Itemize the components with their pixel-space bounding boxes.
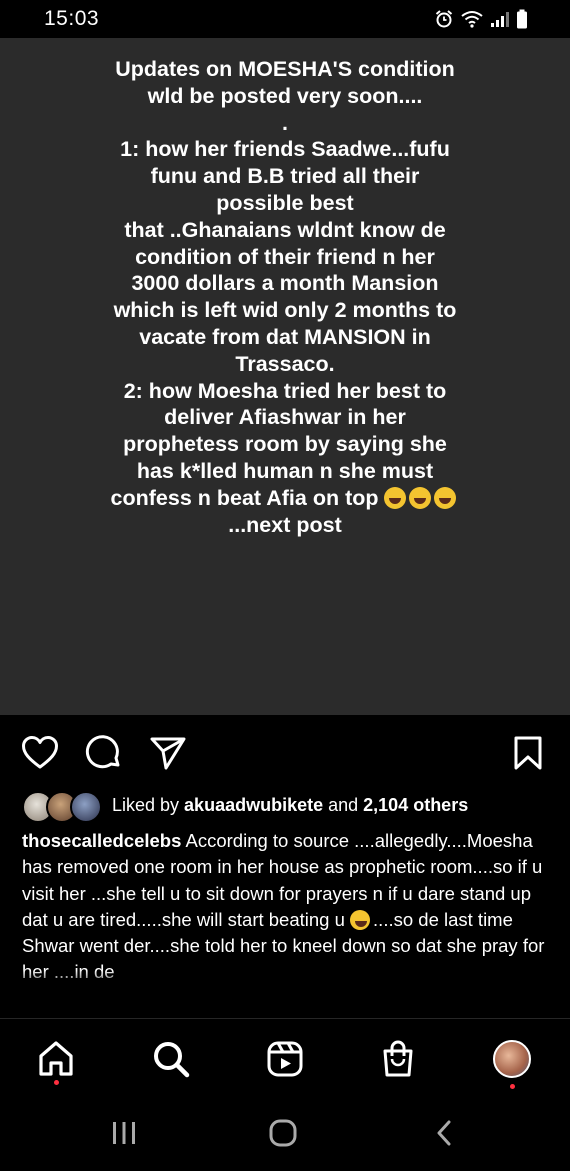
profile-notification-dot xyxy=(510,1084,515,1089)
liker-username[interactable]: akuaadwubikete xyxy=(184,795,323,815)
system-home-button[interactable] xyxy=(263,1115,303,1151)
likes-middle: and xyxy=(323,794,364,815)
avatar xyxy=(70,791,102,823)
laughing-emoji-icon xyxy=(384,486,407,509)
save-button[interactable] xyxy=(508,733,548,773)
reels-icon xyxy=(267,1041,303,1077)
likes-prefix: Liked by xyxy=(112,794,185,815)
liker-avatars xyxy=(22,790,102,823)
likes-text: Liked by akuaadwubikete and 2,104 others xyxy=(112,795,468,816)
comment-icon xyxy=(85,735,120,769)
status-time: 15:03 xyxy=(44,7,100,30)
system-nav-bar xyxy=(0,1095,570,1171)
status-icons xyxy=(434,8,528,30)
like-button[interactable] xyxy=(20,733,60,773)
recents-button[interactable] xyxy=(104,1115,144,1151)
bookmark-icon xyxy=(514,736,542,770)
signal-icon xyxy=(490,10,510,28)
back-button[interactable] xyxy=(424,1115,464,1151)
laughing-emoji-icon xyxy=(434,486,457,509)
nav-shop[interactable] xyxy=(376,1037,420,1081)
laughing-emoji-icon xyxy=(409,486,432,509)
heart-icon xyxy=(22,736,58,769)
home-notification-dot xyxy=(54,1080,59,1085)
nav-profile[interactable] xyxy=(490,1037,534,1081)
bottom-nav xyxy=(0,1019,570,1095)
post-image[interactable]: Updates on MOESHA'S condition wld be pos… xyxy=(0,38,570,715)
home-icon xyxy=(39,1041,73,1076)
caption-fade xyxy=(0,970,570,996)
caption-username[interactable]: thosecalledcelebs xyxy=(22,830,181,851)
nav-reels[interactable] xyxy=(263,1037,307,1081)
comment-button[interactable] xyxy=(84,733,124,773)
status-bar: 15:03 xyxy=(0,0,570,38)
shop-icon xyxy=(383,1040,413,1077)
post-text: Updates on MOESHA'S condition wld be pos… xyxy=(110,56,460,538)
share-button[interactable] xyxy=(148,733,188,773)
post-caption: thosecalledcelebs According to source ..… xyxy=(22,828,552,993)
nav-home[interactable] xyxy=(34,1037,78,1081)
home-circle-icon xyxy=(269,1119,297,1147)
nav-search[interactable] xyxy=(149,1037,193,1081)
wifi-icon xyxy=(460,9,484,29)
back-icon xyxy=(437,1120,451,1146)
recents-icon xyxy=(113,1122,135,1144)
send-icon xyxy=(150,737,186,770)
search-icon xyxy=(154,1042,190,1078)
likes-others[interactable]: 2,104 others xyxy=(363,795,468,815)
profile-avatar xyxy=(493,1040,531,1078)
winking-emoji-icon xyxy=(350,909,371,930)
likes-row[interactable]: Liked by akuaadwubikete and 2,104 others xyxy=(22,790,468,823)
battery-icon xyxy=(516,9,528,29)
alarm-icon xyxy=(434,9,454,29)
post-actions xyxy=(0,715,570,785)
post-body: Updates on MOESHA'S condition wld be pos… xyxy=(110,57,457,510)
post-tail: ...next post xyxy=(228,512,342,537)
